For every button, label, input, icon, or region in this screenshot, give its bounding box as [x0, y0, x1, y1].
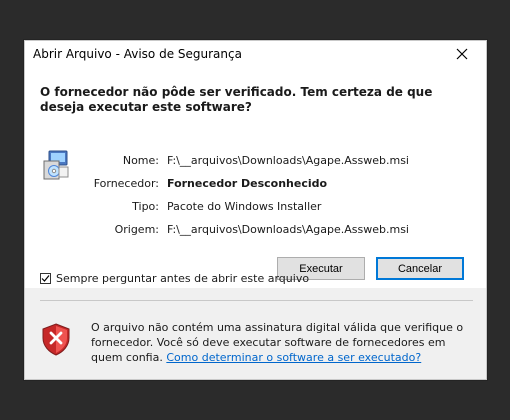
security-warning-dialog: Abrir Arquivo - Aviso de Segurança O for… — [24, 40, 487, 380]
name-row: Nome: F:\__arquivos\Downloads\Agape.Assw… — [87, 149, 409, 172]
always-ask-option[interactable]: Sempre perguntar antes de abrir este arq… — [40, 272, 309, 285]
msi-package-icon — [43, 150, 69, 180]
always-ask-label: Sempre perguntar antes de abrir este arq… — [56, 272, 310, 285]
warning-message: O arquivo não contém uma assinatura digi… — [91, 320, 471, 365]
publisher-row: Fornecedor: Fornecedor Desconhecido — [87, 172, 409, 195]
checkmark-icon — [41, 275, 50, 282]
origin-label: Origem: — [114, 223, 159, 236]
section-divider — [40, 300, 473, 301]
origin-row: Origem: F:\__arquivos\Downloads\Agape.As… — [87, 218, 409, 241]
main-panel: O fornecedor não pôde ser verificado. Te… — [25, 67, 486, 288]
close-button[interactable] — [448, 44, 476, 64]
always-ask-checkbox[interactable] — [40, 273, 51, 284]
name-label: Nome: — [122, 154, 159, 167]
help-link[interactable]: Como determinar o software a ser executa… — [166, 351, 421, 364]
publisher-label: Fornecedor: — [93, 177, 159, 190]
title-bar: Abrir Arquivo - Aviso de Segurança — [25, 41, 486, 67]
type-value: Pacote do Windows Installer — [167, 200, 322, 213]
type-label: Tipo: — [132, 200, 159, 213]
origin-value: F:\__arquivos\Downloads\Agape.Assweb.msi — [167, 223, 409, 236]
cancel-button[interactable]: Cancelar — [376, 257, 464, 280]
window-title: Abrir Arquivo - Aviso de Segurança — [33, 47, 242, 61]
security-shield-x-icon — [42, 323, 70, 356]
close-icon — [456, 48, 468, 60]
name-value: F:\__arquivos\Downloads\Agape.Assweb.msi — [167, 154, 409, 167]
type-row: Tipo: Pacote do Windows Installer — [87, 195, 409, 218]
question-text: O fornecedor não pôde ser verificado. Te… — [40, 85, 433, 114]
publisher-value: Fornecedor Desconhecido — [167, 177, 328, 190]
file-details: Nome: F:\__arquivos\Downloads\Agape.Assw… — [87, 149, 409, 241]
